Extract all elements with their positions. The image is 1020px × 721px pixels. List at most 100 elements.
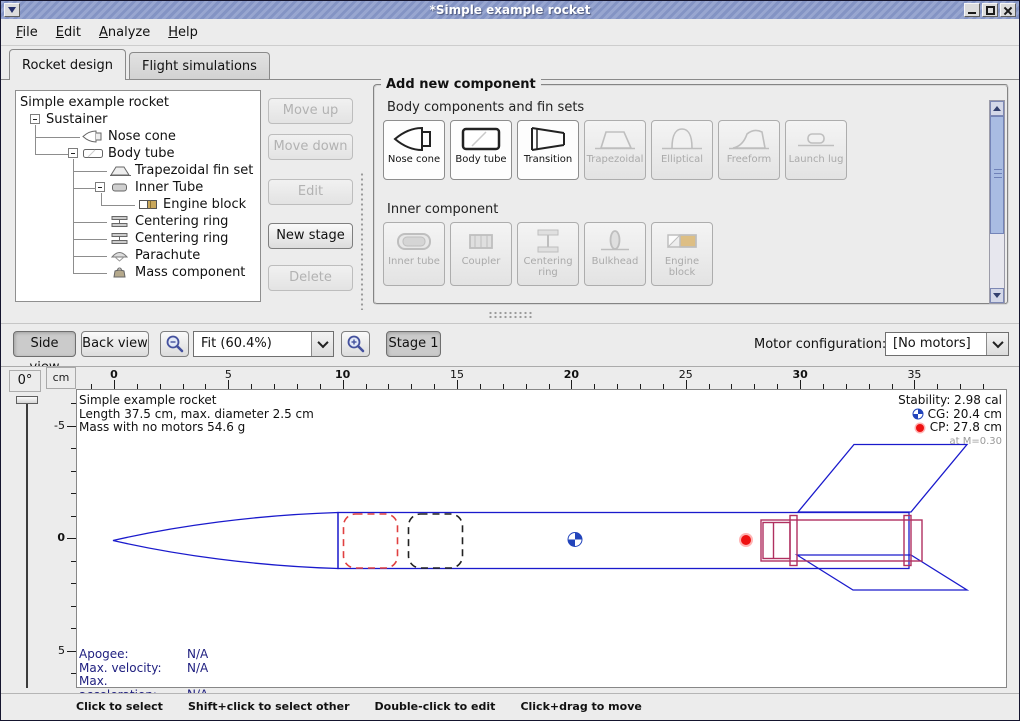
component-button-engine-block[interactable]: Engine block [651, 222, 713, 286]
component-button-elliptical[interactable]: Elliptical [651, 120, 713, 180]
tree-row-inner-tube[interactable]: Inner Tube [16, 179, 260, 196]
back-view-button[interactable]: Back view [81, 331, 149, 357]
action-button-delete[interactable]: Delete [268, 265, 353, 291]
motor-configuration-select[interactable]: [No motors] [885, 332, 1009, 356]
fin-top[interactable] [798, 445, 967, 513]
engine-block-outline[interactable] [763, 523, 790, 559]
engine-block-icon [652, 227, 712, 255]
nose-cone-outline[interactable] [113, 513, 338, 569]
component-button-label: Transition [518, 153, 578, 167]
ruler-tick [571, 380, 572, 389]
component-button-body-tube[interactable]: Body tube [450, 120, 512, 180]
ruler-tick [67, 426, 76, 427]
body-tube-outline[interactable] [338, 513, 909, 569]
scrollbar-thumb[interactable] [990, 116, 1004, 234]
tree-row-trapezoidal-fin-set[interactable]: Trapezoidal fin set [16, 162, 260, 179]
status-hint: Shift+click to select other [188, 700, 350, 721]
tree-collapse-toggle[interactable] [95, 182, 105, 192]
centering-ring-front[interactable] [790, 516, 797, 566]
zoom-in-button[interactable] [341, 331, 370, 357]
tree-row-sustainer[interactable]: Sustainer [16, 111, 260, 128]
component-button-nose-cone[interactable]: Nose cone [383, 120, 445, 180]
component-button-bulkhead[interactable]: Bulkhead [584, 222, 646, 286]
window-controls [964, 3, 1016, 17]
tree-item-label: Parachute [135, 247, 200, 264]
cp-marker [739, 533, 753, 547]
rocket-info: Simple example rocket Length 37.5 cm, ma… [79, 394, 314, 435]
component-button-coupler[interactable]: Coupler [450, 222, 512, 286]
scroll-down-icon[interactable] [990, 288, 1004, 303]
rotation-slider-handle[interactable] [16, 396, 38, 404]
scroll-up-icon[interactable] [990, 101, 1004, 116]
titlebar: *Simple example rocket [1, 1, 1019, 19]
parachute-outline[interactable] [344, 514, 398, 568]
vertical-ruler: -505 [46, 389, 76, 688]
action-button-new-stage[interactable]: New stage [268, 223, 353, 249]
menu-item-file[interactable]: File [7, 21, 47, 44]
menu-item-analyze[interactable]: Analyze [90, 21, 159, 44]
tab-rocket-design[interactable]: Rocket design [9, 49, 126, 80]
maximize-icon[interactable] [982, 3, 998, 17]
tree-item-label: Centering ring [135, 213, 228, 230]
motor-configuration-label: Motor configuration: [754, 337, 886, 352]
tree-row-centering-ring[interactable]: Centering ring [16, 213, 260, 230]
menu-item-help[interactable]: Help [159, 21, 207, 44]
ruler-tick [457, 380, 458, 389]
mass-component-icon [109, 266, 133, 283]
component-button-transition[interactable]: Transition [517, 120, 579, 180]
component-button-label: Engine block [652, 255, 712, 280]
component-button-label: Freeform [719, 153, 779, 167]
rotation-slider[interactable] [26, 400, 28, 688]
tab-flight-simulations[interactable]: Flight simulations [129, 52, 270, 79]
tree-connector [73, 273, 107, 274]
action-button-move-up[interactable]: Move up [268, 98, 353, 124]
component-scrollbar[interactable] [989, 100, 1005, 304]
action-button-move-down[interactable]: Move down [268, 134, 353, 160]
zoom-level-select[interactable]: Fit (60.4%) [193, 331, 334, 357]
close-icon[interactable] [1000, 3, 1016, 17]
mass-component-outline[interactable] [409, 514, 463, 568]
tree-row-centering-ring-2[interactable]: Centering ring [16, 230, 260, 247]
vertical-splitter-handle[interactable] [360, 172, 365, 310]
menu-item-edit[interactable]: Edit [47, 21, 90, 44]
component-button-label: Trapezoidal [585, 153, 645, 167]
zoom-out-button[interactable] [160, 331, 189, 357]
component-button-launch-lug[interactable]: Launch lug [785, 120, 847, 180]
chevron-down-icon[interactable] [986, 333, 1008, 355]
mach-condition: at M=0.30 [898, 435, 1002, 449]
tree-collapse-toggle[interactable] [68, 148, 78, 158]
cp-legend-icon [914, 422, 926, 434]
component-button-label: Body tube [451, 153, 511, 167]
component-button-freeform[interactable]: Freeform [718, 120, 780, 180]
centering-ring-rear[interactable] [904, 516, 911, 566]
component-button-label: Nose cone [384, 153, 444, 167]
tree-collapse-toggle[interactable] [30, 114, 40, 124]
fin-bottom[interactable] [797, 555, 967, 590]
tree-row-engine-block[interactable]: Engine block [16, 196, 260, 213]
tree-row-parachute[interactable]: Parachute [16, 247, 260, 264]
component-button-inner-tube[interactable]: Inner tube [383, 222, 445, 286]
add-component-title: Add new component [381, 77, 541, 92]
tree-connector [73, 222, 107, 223]
component-button-centering-ring[interactable]: Centering ring [517, 222, 579, 286]
tree-row-simple-example-rocket[interactable]: Simple example rocket [16, 94, 260, 111]
component-tree[interactable]: Simple example rocketSustainerNose coneB… [15, 90, 261, 302]
side-view-button[interactable]: Side view [13, 331, 76, 357]
ruler-tick [114, 380, 115, 389]
stage-1-toggle[interactable]: Stage 1 [386, 331, 441, 357]
rocket-drawing [77, 390, 1006, 687]
tree-connector [73, 239, 107, 240]
tree-connector [73, 188, 96, 189]
tree-row-mass-component[interactable]: Mass component [16, 264, 260, 281]
action-button-edit[interactable]: Edit [268, 179, 353, 205]
minimize-icon[interactable] [964, 3, 980, 17]
add-component-group: Add new component Body components and fi… [373, 84, 1009, 305]
status-hint: Double-click to edit [375, 700, 496, 721]
tree-connector [73, 256, 107, 257]
ruler-label: 30 [787, 368, 813, 381]
chevron-down-icon[interactable] [311, 332, 333, 356]
horizontal-splitter-handle[interactable] [488, 311, 534, 320]
window-title: *Simple example rocket [1, 1, 1019, 19]
ruler-label: 5 [215, 368, 241, 381]
component-button-trapezoidal[interactable]: Trapezoidal [584, 120, 646, 180]
